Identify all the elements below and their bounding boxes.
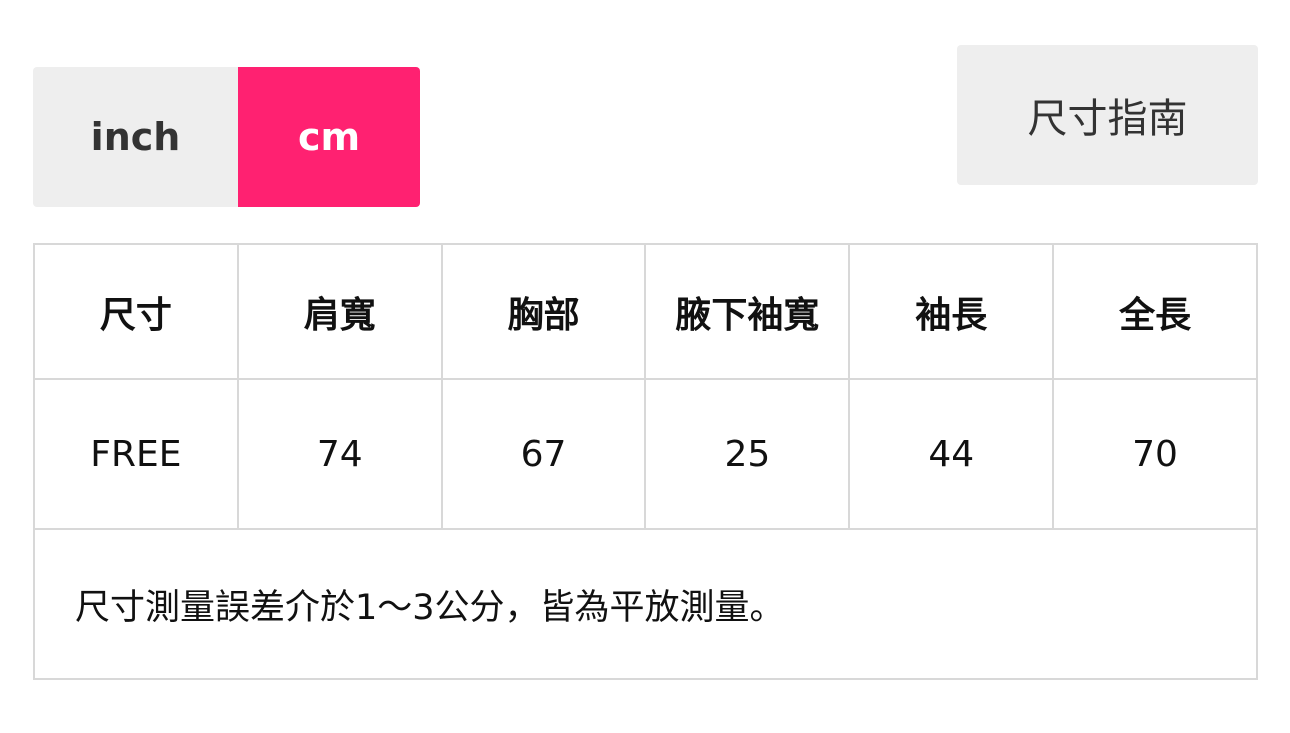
measurement-note: 尺寸測量誤差介於1～3公分，皆為平放測量。 (33, 528, 1258, 680)
header-chest: 胸部 (440, 243, 647, 380)
cell-size: FREE (33, 378, 239, 530)
cell-shoulder-width: 74 (236, 378, 443, 530)
header-armpit-sleeve-width: 腋下袖寬 (644, 243, 851, 380)
header-total-length: 全長 (1052, 243, 1258, 380)
cell-chest: 67 (440, 378, 647, 530)
note-row: 尺寸測量誤差介於1～3公分，皆為平放測量。 (33, 528, 1258, 680)
unit-cm-button[interactable]: cm (238, 67, 420, 207)
cell-armpit-sleeve-width: 25 (644, 378, 851, 530)
size-table: 尺寸 肩寬 胸部 腋下袖寬 袖長 全長 FREE 74 67 25 44 70 … (33, 243, 1258, 680)
cell-total-length: 70 (1052, 378, 1258, 530)
unit-toggle: inch cm (33, 67, 420, 207)
header-size: 尺寸 (33, 243, 239, 380)
table-row: FREE 74 67 25 44 70 (33, 378, 1258, 530)
unit-inch-button[interactable]: inch (33, 67, 238, 207)
cell-sleeve-length: 44 (848, 378, 1055, 530)
header-sleeve-length: 袖長 (848, 243, 1055, 380)
size-guide-button[interactable]: 尺寸指南 (957, 45, 1258, 185)
table-header-row: 尺寸 肩寬 胸部 腋下袖寬 袖長 全長 (33, 243, 1258, 380)
header-shoulder-width: 肩寬 (236, 243, 443, 380)
